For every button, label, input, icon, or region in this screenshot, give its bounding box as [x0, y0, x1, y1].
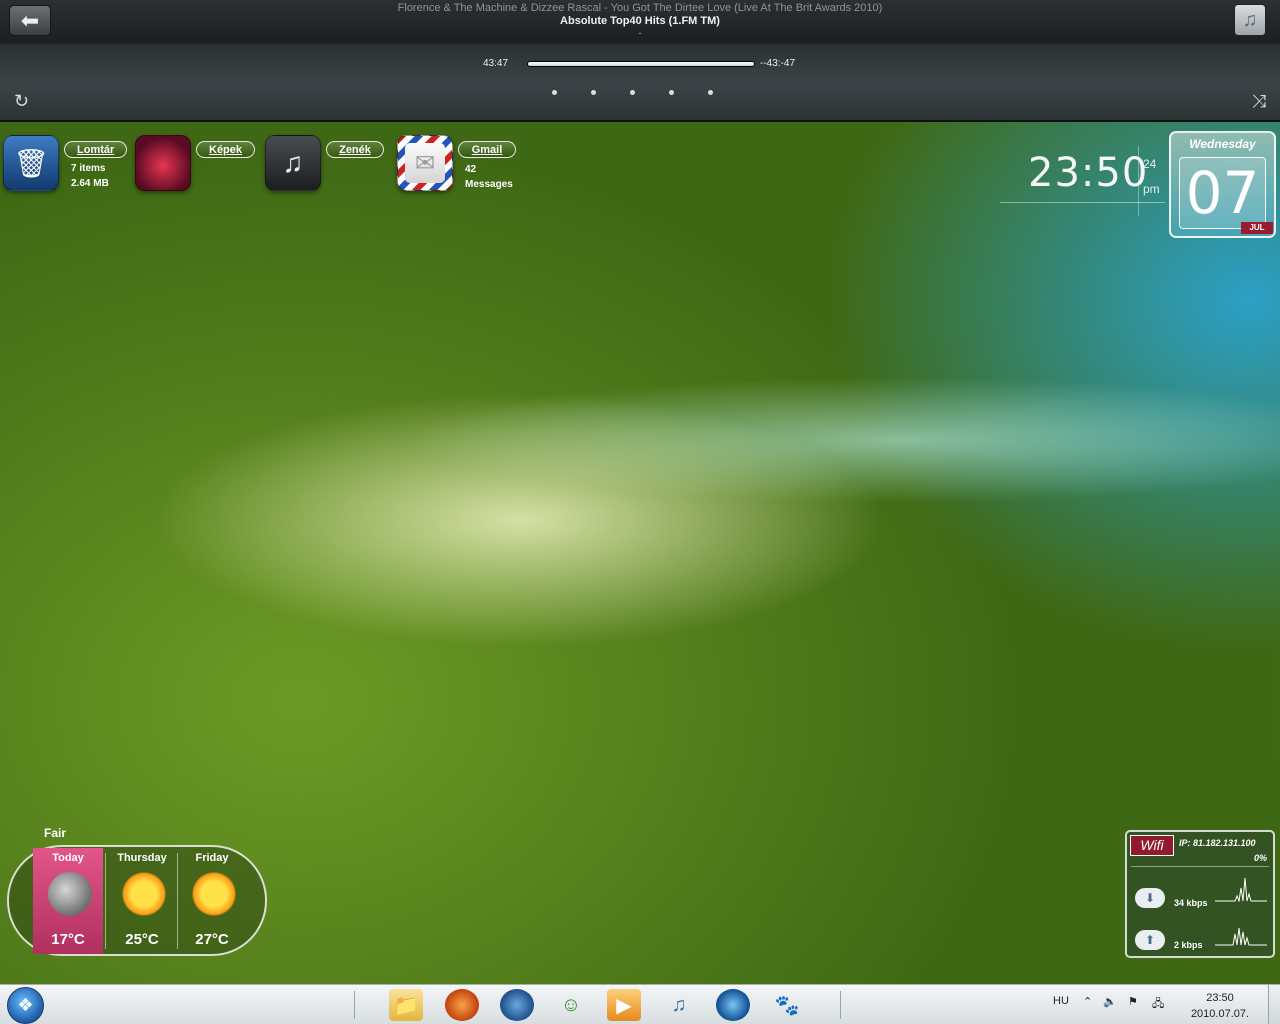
weather-condition: Fair — [44, 826, 67, 840]
calendar-weekday: Wednesday — [1189, 137, 1256, 151]
weather-day-thursday: Thursday 25°C — [107, 848, 177, 954]
launcher-gmail-label[interactable]: Gmail — [458, 141, 516, 158]
weather-day-temp: 17°C — [51, 931, 85, 948]
weather-day-temp: 25°C — [125, 931, 159, 948]
weather-day-name: Today — [52, 852, 84, 864]
gimp-icon[interactable]: 🐾 — [770, 989, 804, 1021]
envelope-icon: ✉ — [405, 143, 445, 183]
repeat-icon: ↻ — [14, 91, 30, 111]
media-player-icon[interactable]: ▶ — [607, 989, 641, 1021]
taskbar-date: 2010.07.07. — [1190, 1008, 1250, 1020]
volume-icon[interactable]: 🔈 — [1103, 995, 1117, 1008]
calendar-month: JUL — [1241, 222, 1273, 234]
sun-icon — [192, 872, 236, 916]
wifi-logo: Wifi — [1130, 835, 1174, 856]
trash-icon[interactable]: 🗑 — [3, 135, 59, 191]
launcher-pictures[interactable]: Képek — [135, 135, 260, 195]
time-elapsed: 43:47 — [483, 58, 509, 69]
weather-day-name: Friday — [195, 852, 229, 864]
clock-seconds: 24 — [1143, 157, 1157, 171]
mail-icon[interactable]: ✉ — [397, 135, 453, 191]
moon-cloud-icon — [48, 872, 92, 916]
messenger-icon[interactable]: ☺ — [554, 989, 588, 1021]
media-player-bar: ⬅ Florence & The Machine & Dizzee Rascal… — [0, 0, 1280, 122]
trash-item-count: 7 items — [71, 163, 106, 174]
page-dot[interactable] — [708, 90, 713, 95]
repeat-button[interactable]: ↻ — [14, 92, 29, 110]
music-note-icon: ♫ — [1242, 8, 1258, 31]
page-dot[interactable] — [669, 90, 674, 95]
track-extra: - — [638, 28, 642, 38]
action-center-flag-icon[interactable]: ⚑ — [1128, 995, 1138, 1008]
weather-day-friday: Friday 27°C — [177, 848, 247, 954]
thunderbird-icon[interactable] — [500, 989, 534, 1021]
wifi-download-rate: 34 kbps — [1174, 898, 1208, 908]
wifi-upload-rate: 2 kbps — [1174, 940, 1203, 950]
taskbar-separator — [840, 991, 841, 1019]
sun-icon — [122, 872, 166, 916]
launcher-music[interactable]: ♫ Zenék — [265, 135, 390, 195]
weather-widget[interactable]: Today 17°C Thursday 25°C Friday 27°C — [7, 845, 267, 956]
download-sparkline — [1215, 877, 1267, 902]
show-hidden-icons-icon[interactable]: ⌃ — [1083, 995, 1092, 1008]
wifi-signal-percent: 0% — [1253, 853, 1267, 863]
music-icon[interactable]: ♫ — [265, 135, 321, 191]
clock-underline — [1000, 202, 1165, 203]
wifi-ip: IP: 81.182.131.100 — [1179, 838, 1256, 848]
clock-ampm: pm — [1143, 182, 1160, 196]
pictures-icon[interactable] — [135, 135, 191, 191]
weather-day-temp: 27°C — [195, 931, 229, 948]
file-explorer-icon[interactable]: 📁 — [389, 989, 423, 1021]
launcher-trash[interactable]: 🗑 Lomtár 7 items 2.64 MB — [3, 135, 128, 195]
taskbar-time: 23:50 — [1206, 992, 1234, 1004]
launcher-pictures-label[interactable]: Képek — [196, 141, 256, 158]
weather-day-name: Thursday — [117, 852, 167, 864]
launcher-music-label[interactable]: Zenék — [326, 141, 384, 158]
firefox-icon[interactable] — [445, 989, 479, 1021]
wifi-divider — [1131, 866, 1269, 867]
page-dot[interactable] — [552, 90, 557, 95]
calendar-day: 07 — [1179, 157, 1266, 229]
google-earth-icon[interactable] — [716, 989, 750, 1021]
upload-sparkline — [1215, 927, 1267, 946]
weather-day-today: Today 17°C — [33, 848, 103, 954]
progress-fill — [528, 62, 754, 66]
gmail-messages-label: Messages — [465, 179, 513, 190]
clock-time: 23:50 — [1028, 150, 1149, 196]
shuffle-icon: ⤨ — [1251, 91, 1266, 111]
launcher-trash-label[interactable]: Lomtár — [64, 141, 128, 158]
taskbar-separator — [354, 991, 355, 1019]
windows-logo-icon: ❖ — [17, 995, 34, 1015]
page-dot[interactable] — [591, 90, 596, 95]
trash-size: 2.64 MB — [71, 178, 109, 189]
upload-cloud-icon: ⬆ — [1135, 930, 1165, 950]
language-indicator[interactable]: HU — [1053, 995, 1069, 1007]
weather-separator — [105, 853, 106, 949]
gmail-count: 42 — [465, 164, 477, 175]
itunes-button[interactable]: ♫ — [1234, 4, 1266, 36]
shuffle-button[interactable]: ⤨ — [1252, 92, 1266, 110]
time-remaining: --43:-47 — [760, 58, 796, 69]
show-desktop-button[interactable] — [1268, 985, 1280, 1024]
clock-widget: 23:50 24 pm — [1000, 146, 1165, 216]
launcher-gmail[interactable]: ✉ Gmail 42 Messages — [397, 135, 522, 195]
wifi-widget: Wifi IP: 81.182.131.100 0% ⬇ 34 kbps ⬆ 2… — [1125, 830, 1275, 958]
taskbar-clock[interactable]: 23:50 2010.07.07. — [1185, 990, 1255, 1022]
taskbar: ❖ 📁 ☺ ▶ ♫ 🐾 HU ⌃ 🔈 ⚑ 🖧 23:50 2010.07.07. — [0, 984, 1280, 1024]
start-button[interactable]: ❖ — [7, 987, 44, 1024]
download-cloud-icon: ⬇ — [1135, 888, 1165, 908]
progress-bar[interactable] — [527, 61, 755, 67]
calendar-widget: Wednesday 07 JUL — [1169, 131, 1276, 238]
page-dot[interactable] — [630, 90, 635, 95]
page-indicator — [552, 90, 713, 95]
station-name: Absolute Top40 Hits (1.FM TM) — [560, 15, 720, 27]
network-icon[interactable]: 🖧 — [1152, 995, 1164, 1014]
track-artist-title: Florence & The Machine & Dizzee Rascal -… — [397, 2, 883, 14]
itunes-icon[interactable]: ♫ — [662, 989, 696, 1021]
